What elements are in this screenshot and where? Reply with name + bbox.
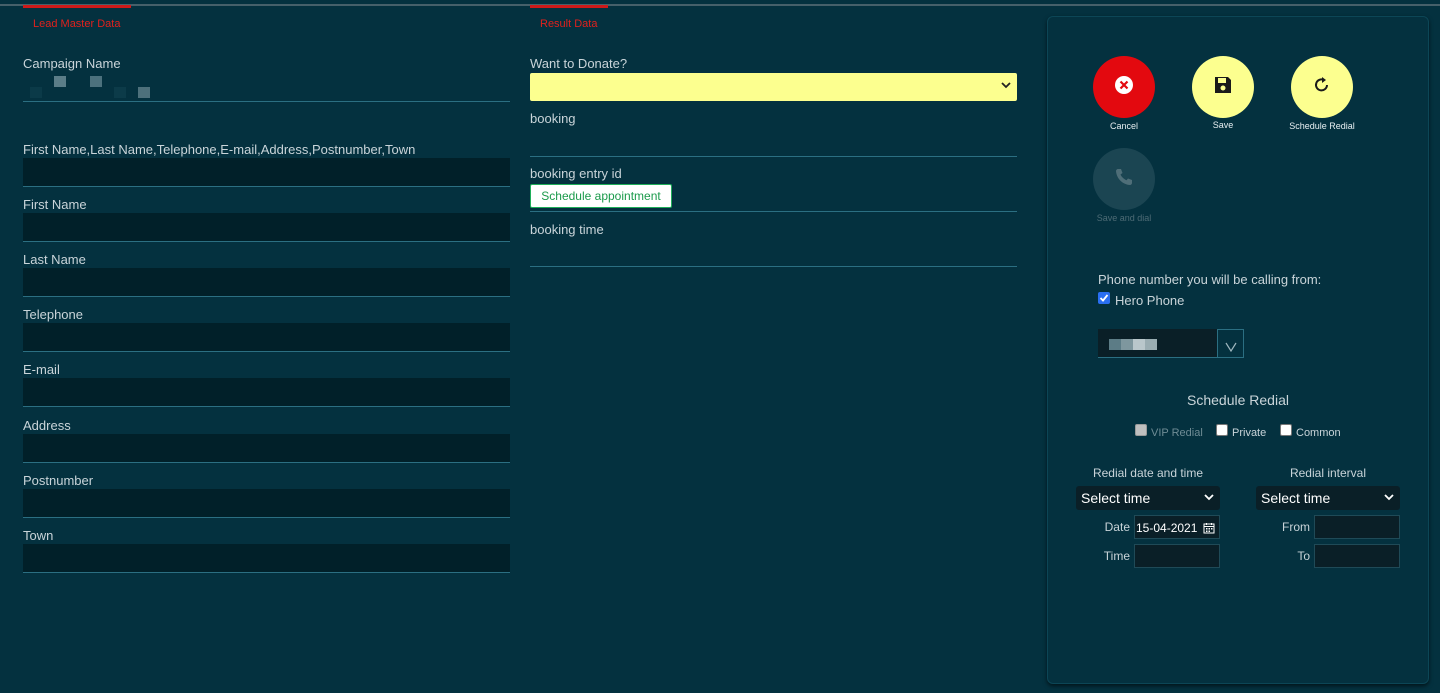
cancel-caption: Cancel bbox=[1109, 121, 1138, 131]
booking-underline bbox=[530, 156, 1017, 157]
phone-icon bbox=[1114, 167, 1134, 192]
campaign-name-underline bbox=[23, 101, 510, 102]
combined-field-input[interactable] bbox=[23, 158, 510, 187]
tab-lead-master-data[interactable]: Lead Master Data bbox=[33, 18, 120, 30]
chevron-down-icon bbox=[1001, 79, 1011, 93]
hero-phone-checkbox[interactable] bbox=[1098, 292, 1110, 304]
tab-underline-lead bbox=[23, 5, 131, 8]
close-icon bbox=[1114, 75, 1134, 100]
redial-time-select[interactable]: Select time bbox=[1076, 486, 1220, 510]
floppy-disk-icon bbox=[1214, 76, 1232, 99]
email-label: E-mail bbox=[23, 362, 60, 377]
vip-redial-checkbox[interactable] bbox=[1135, 424, 1147, 436]
town-input[interactable] bbox=[23, 544, 510, 573]
town-label: Town bbox=[23, 528, 54, 543]
donate-label: Want to Donate? bbox=[530, 56, 628, 71]
vip-redial-label: VIP Redial bbox=[1151, 427, 1203, 439]
tab-underline-result bbox=[530, 5, 608, 8]
time-label: Time bbox=[1103, 549, 1130, 563]
redial-time-select-value: Select time bbox=[1081, 490, 1151, 506]
campaign-name-label: Campaign Name bbox=[23, 56, 121, 71]
save-caption: Save bbox=[1212, 120, 1234, 130]
booking-time-underline bbox=[530, 266, 1017, 267]
date-input[interactable]: 15-04-2021 bbox=[1134, 515, 1220, 539]
telephone-input[interactable] bbox=[23, 323, 510, 352]
calendar-icon[interactable] bbox=[1203, 521, 1215, 539]
private-checkbox[interactable] bbox=[1216, 424, 1228, 436]
booking-time-label: booking time bbox=[530, 222, 604, 237]
private-label: Private bbox=[1232, 427, 1267, 439]
save-and-dial-caption: Save and dial bbox=[1096, 213, 1152, 223]
redo-icon bbox=[1312, 75, 1332, 100]
redial-interval-select[interactable]: Select time bbox=[1256, 486, 1400, 510]
to-label: To bbox=[1297, 549, 1310, 563]
interval-to-input[interactable] bbox=[1314, 544, 1400, 568]
redial-date-time-label: Redial date and time bbox=[1092, 466, 1204, 480]
interval-from-input[interactable] bbox=[1314, 515, 1400, 539]
schedule-redial-button[interactable] bbox=[1291, 56, 1353, 118]
telephone-label: Telephone bbox=[23, 307, 83, 322]
common-checkbox[interactable] bbox=[1280, 424, 1292, 436]
address-label: Address bbox=[23, 418, 71, 433]
schedule-redial-title: Schedule Redial bbox=[1187, 392, 1289, 408]
address-input[interactable] bbox=[23, 434, 510, 463]
from-label: From bbox=[1282, 520, 1310, 534]
first-name-input[interactable] bbox=[23, 213, 510, 242]
redial-interval-label: Redial interval bbox=[1289, 466, 1367, 480]
date-label: Date bbox=[1104, 520, 1130, 534]
last-name-label: Last Name bbox=[23, 252, 86, 267]
schedule-redial-caption: Schedule Redial bbox=[1289, 121, 1355, 131]
date-input-value: 15-04-2021 bbox=[1136, 521, 1198, 535]
donate-select[interactable] bbox=[530, 73, 1017, 101]
booking-entry-id-label: booking entry id bbox=[530, 166, 622, 181]
hero-phone-label: Hero Phone bbox=[1115, 293, 1185, 308]
chevron-down-icon bbox=[1204, 486, 1214, 510]
cancel-button[interactable] bbox=[1093, 56, 1155, 118]
save-button[interactable] bbox=[1192, 56, 1254, 118]
redial-interval-select-value: Select time bbox=[1261, 490, 1331, 506]
email-input[interactable] bbox=[23, 378, 510, 407]
postnumber-label: Postnumber bbox=[23, 473, 94, 488]
schedule-appointment-button[interactable]: Schedule appointment bbox=[530, 184, 672, 208]
chevron-down-icon bbox=[1384, 486, 1394, 510]
common-label: Common bbox=[1296, 427, 1341, 439]
tab-result-data[interactable]: Result Data bbox=[540, 18, 597, 30]
save-and-dial-button[interactable] bbox=[1093, 148, 1155, 210]
time-input[interactable] bbox=[1134, 544, 1220, 568]
booking-entry-underline bbox=[530, 211, 1017, 212]
postnumber-input[interactable] bbox=[23, 489, 510, 518]
top-border bbox=[0, 4, 1440, 6]
chevron-down-icon bbox=[1225, 339, 1237, 357]
combined-field-label: First Name,Last Name,Telephone,E-mail,Ad… bbox=[23, 142, 416, 157]
last-name-input[interactable] bbox=[23, 268, 510, 297]
calling-from-label: Phone number you will be calling from: bbox=[1098, 272, 1322, 287]
first-name-label: First Name bbox=[23, 197, 87, 212]
booking-label: booking bbox=[530, 111, 576, 126]
